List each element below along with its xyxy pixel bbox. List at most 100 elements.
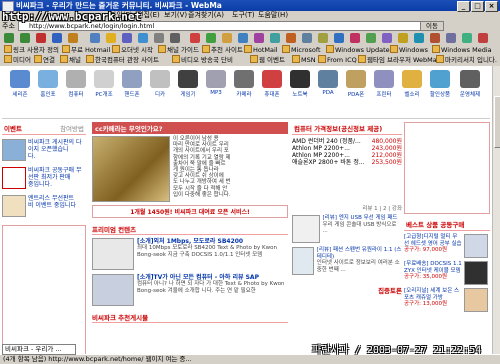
site-icon-item[interactable]: 카메라: [230, 70, 258, 98]
premium-title[interactable]: [소개]외처 1Mbps, 모도로라 SB4200: [137, 238, 287, 245]
review-item[interactable]: [리뷰] 엔지 USB 무선 게임 패드 우리 게임 콘솔대 USB 방식으로 .…: [292, 215, 402, 243]
tool-icon-10[interactable]: [334, 33, 344, 43]
site-icon-item[interactable]: 프린터: [370, 70, 398, 98]
premium-title[interactable]: [소개]TV가 아닌 모든 컴퓨터 - 아하 리뷰 SAP: [137, 274, 287, 281]
group-buy-item[interactable]: [오리지널] 세계 보은 스포츠 캐쥬얼 가방 공구가: 13,000원: [404, 288, 490, 312]
link-item[interactable]: Windows Update: [326, 45, 390, 55]
tool-icon-9[interactable]: [318, 33, 328, 43]
menu-favorites[interactable]: 즐겨찾기(A): [188, 11, 224, 20]
tab-item[interactable]: 비씨파크 - 우리가 ...: [2, 344, 76, 355]
link-item[interactable]: 추천 사이트: [202, 45, 243, 55]
price-row[interactable]: Athlon MP 2200+... 243,000원: [292, 145, 402, 152]
link-item[interactable]: 연결: [34, 55, 55, 65]
home-icon[interactable]: [68, 33, 78, 43]
forward-icon[interactable]: [20, 33, 30, 43]
site-icon-item[interactable]: 휴대폰: [258, 70, 286, 98]
featured-image[interactable]: [92, 136, 170, 202]
event-item[interactable]: 엔트리스 무선판트 비 이벤트 중입니다: [2, 195, 86, 217]
link-item[interactable]: 오더넷 시작: [112, 45, 153, 55]
menu-tools[interactable]: 도구(T): [232, 11, 255, 20]
link-item[interactable]: Windows Media: [432, 45, 492, 55]
site-icon-item[interactable]: 핸드폰: [118, 70, 146, 98]
divider: [2, 118, 490, 119]
link-item[interactable]: 웹타임 브라우저 WebMa: [358, 55, 437, 65]
event-thumbnail: [2, 195, 26, 217]
tool-icon-12[interactable]: [366, 33, 376, 43]
tool-icon-11[interactable]: [350, 33, 360, 43]
media-icon[interactable]: [122, 33, 132, 43]
site-icon-item[interactable]: 노트북: [286, 70, 314, 98]
print-icon[interactable]: [170, 33, 180, 43]
tool-icon-18[interactable]: [462, 33, 472, 43]
link-item[interactable]: 채널 가이드: [158, 45, 199, 55]
tool-icon-16[interactable]: [430, 33, 440, 43]
mail-icon[interactable]: [154, 33, 164, 43]
link-item[interactable]: 무료 Hotmail: [62, 45, 110, 55]
tool-icon-5[interactable]: [254, 33, 264, 43]
link-item[interactable]: 한국컴퓨터 관장 사이트: [86, 55, 159, 65]
promo-banner[interactable]: 1개월 1450원! 비씨파크 대여료 오픈 서비스!: [92, 205, 288, 218]
tool-icon-8[interactable]: [302, 33, 312, 43]
price-header: 컴퓨터 가격정보(공신정보 제공): [292, 122, 402, 135]
premium-item[interactable]: [소개]TV가 아닌 모든 컴퓨터 - 아하 리뷰 SAP 컴퓨터 아니? 나 하…: [92, 274, 288, 306]
group-buy-item[interactable]: [무료배송] DOCSIS 1.1 ZYX 인터넷 케이블 모뎀 공구가: 35,…: [404, 261, 490, 285]
tool-icon-15[interactable]: [414, 33, 424, 43]
link-item[interactable]: 미디어: [4, 55, 31, 65]
go-button[interactable]: 이동: [420, 21, 444, 31]
event-item[interactable]: 비씨파크 게시판의 다 이지 오픈했습니 다.: [2, 139, 86, 161]
site-icon-item[interactable]: 세리존: [6, 70, 34, 98]
link-item[interactable]: 링크 사용자 정의: [4, 45, 59, 55]
site-icon-item[interactable]: 할인상품: [426, 70, 454, 98]
link-item[interactable]: 비디오 방송국 단비: [172, 55, 233, 65]
menu-view[interactable]: 보기(V): [164, 11, 187, 20]
tool-icon-6[interactable]: [270, 33, 280, 43]
link-item[interactable]: From ICQ: [318, 55, 357, 65]
price-row[interactable]: Athlon MP 2200+... 212,000원: [292, 152, 402, 159]
tool-icon-19[interactable]: [478, 33, 488, 43]
site-icon-item[interactable]: 운영체제: [456, 70, 484, 98]
event-text: 비씨파크 게시판의 다 이지 오픈했습니 다.: [28, 139, 82, 160]
site-icon-item[interactable]: MP3: [202, 70, 230, 96]
tool-icon-7[interactable]: [286, 33, 296, 43]
more-link[interactable]: 참여방법: [60, 123, 84, 133]
review-tabs[interactable]: 리뷰 1 | 2 | 강좌: [292, 204, 402, 212]
price-row[interactable]: 애슬론XP 2800+ 바톤 정... 253,500원: [292, 159, 402, 166]
history-icon[interactable]: [138, 33, 148, 43]
link-item[interactable]: MSN: [292, 55, 316, 65]
back-icon[interactable]: [4, 33, 14, 43]
premium-item[interactable]: [소개]외처 1Mbps, 모도로라 SB4200 최대 10Mbps 모토로라 …: [92, 238, 288, 270]
site-icon-item[interactable]: PDA폰: [342, 70, 370, 98]
link-item[interactable]: HotMail: [244, 45, 278, 55]
scroll-thumb[interactable]: [494, 96, 500, 148]
link-item[interactable]: Microsoft: [282, 45, 321, 55]
search-icon[interactable]: [90, 33, 100, 43]
site-icon-item[interactable]: PDA: [314, 70, 342, 96]
group-buy-item[interactable]: [고급형]디지털 멀티 무선 헤드셋 영어 공부 실습 공구가: 97,000원: [404, 234, 490, 258]
link-item[interactable]: 웹 이벤트: [250, 55, 285, 65]
tool-icon-13[interactable]: [382, 33, 392, 43]
tool-icon-3[interactable]: [222, 33, 232, 43]
stop-icon[interactable]: [36, 33, 46, 43]
event-item[interactable]: 비씨파크 공동구매 무 선판 최저가 판매 중입니다.: [2, 167, 86, 189]
site-icon-item[interactable]: 컴퓨터: [62, 70, 90, 98]
tool-icon-17[interactable]: [446, 33, 456, 43]
site-icon-item[interactable]: 벨소리: [398, 70, 426, 98]
featured-title[interactable]: cc카페라는 무엇인가요?: [92, 122, 288, 134]
tool-icon-2[interactable]: [206, 33, 216, 43]
link-item[interactable]: 채널: [60, 55, 81, 65]
menu-help[interactable]: 도움말(H): [258, 11, 288, 20]
price-row[interactable]: AMD 썬더버 240 (정품/... 480,000원: [292, 138, 402, 145]
link-item[interactable]: 마키리서치 입니다.: [436, 55, 497, 65]
vertical-scrollbar[interactable]: [492, 66, 500, 354]
site-icon-item[interactable]: 홈인포: [34, 70, 62, 98]
refresh-icon[interactable]: [52, 33, 62, 43]
site-icon-item[interactable]: 디카: [146, 70, 174, 98]
site-icon-item[interactable]: 게임기: [174, 70, 202, 98]
tool-icon-1[interactable]: [190, 33, 200, 43]
review-item[interactable]: [리뷰] 패션 스펜번 유원라이 1.1 (스테디테) 인터넷 사이트로 정보보리…: [292, 247, 402, 275]
site-icon-item[interactable]: PC개조: [90, 70, 118, 98]
link-item[interactable]: Windows: [390, 45, 428, 55]
favorites-icon[interactable]: [106, 33, 116, 43]
tool-icon-4[interactable]: [238, 33, 248, 43]
tool-icon-14[interactable]: [398, 33, 408, 43]
